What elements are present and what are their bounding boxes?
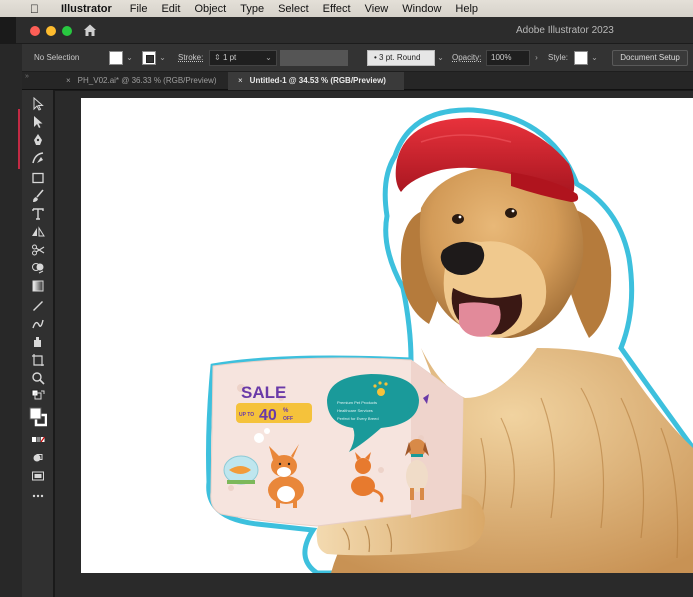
minimize-window-button[interactable] [46,26,56,36]
stroke-weight-value: 1 pt [222,53,237,62]
stroke-weight-dropdown-icon[interactable]: ⌄ [264,53,273,62]
menu-app[interactable]: Illustrator [54,3,119,15]
mac-menu-bar:  Illustrator File Edit Object Type Sele… [0,0,693,17]
box-off-text: OFF [283,416,293,422]
document-tab-bar: » × PH_V02.ai* @ 36.33 % (RGB/Preview) × U… [16,72,693,90]
stroke-label[interactable]: Stroke: [178,44,203,72]
artboard[interactable]: SALE UP TO 40 % OFF Premium Pet Products… [81,98,693,573]
bubble-2 [264,428,270,434]
box-sale-text: SALE [241,383,286,402]
blend-tool-icon[interactable] [29,316,47,332]
box-percent-text: 40 [259,407,277,424]
apple-icon[interactable]:  [30,2,44,16]
dog-eye-left [452,214,464,224]
tools-panel [22,90,54,597]
tab-label: Untitled-1 @ 34.53 % (RGB/Preview) [249,76,386,85]
symbol-sprayer-tool-icon[interactable] [29,334,47,350]
variable-width-profile[interactable] [280,50,348,66]
opacity-expand-icon[interactable]: › [532,53,541,62]
close-window-button[interactable] [30,26,40,36]
menu-effect[interactable]: Effect [316,3,358,15]
panel-collapse-icon[interactable]: » [25,73,29,80]
box-pctsign-text: % [283,408,289,414]
pen-tool-icon[interactable] [29,132,47,148]
shape-builder-tool-icon[interactable] [29,260,47,276]
menu-edit[interactable]: Edit [154,3,187,15]
bubble-1 [254,433,264,443]
eye-highlight-right [511,209,515,213]
brush-dot-icon: • [374,53,377,62]
color-mode-icon[interactable] [29,432,47,448]
menu-type[interactable]: Type [233,3,271,15]
type-tool-icon[interactable] [29,206,47,222]
brush-label: 3 pt. Round [379,53,421,62]
control-bar: No Selection ⌄ ⌄ Stroke: ⇕ 1 pt ⌄ • 3 pt… [16,44,693,72]
paintbrush-tool-icon[interactable] [29,188,47,204]
menu-file[interactable]: File [123,3,155,15]
opacity-label[interactable]: Opacity: [452,44,481,72]
opacity-field[interactable]: 100% [486,50,530,66]
window-title: Adobe Illustrator 2023 [516,25,614,36]
stroke-swatch[interactable] [142,51,156,65]
gradient-tool-icon[interactable] [29,278,47,294]
brush-dropdown-icon[interactable]: ⌄ [436,53,445,62]
style-label: Style: [548,53,569,62]
stroke-stepper-icon[interactable]: ⇕ [214,53,221,62]
scissors-tool-icon[interactable] [29,242,47,258]
menu-view[interactable]: View [358,3,396,15]
box-bullet-1: Premium Pet Products [337,400,377,405]
stroke-dropdown-icon[interactable]: ⌄ [158,53,167,62]
draw-mode-icon[interactable] [29,450,47,466]
menu-object[interactable]: Object [187,3,233,15]
direct-selection-tool-icon[interactable] [29,114,47,130]
menu-window[interactable]: Window [395,3,448,15]
zoom-tool-icon[interactable] [29,370,47,386]
tab-ph-v02[interactable]: × PH_V02.ai* @ 36.33 % (RGB/Preview) [56,72,228,90]
panel-accent [18,109,20,169]
box-bullet-2: Healthcare Services [337,408,373,413]
eye-highlight-left [458,215,462,219]
eyedropper-tool-icon[interactable] [29,298,47,314]
fill-stroke-swatch-icon[interactable] [29,406,47,428]
artwork-layer[interactable]: SALE UP TO 40 % OFF Premium Pet Products… [81,98,693,573]
edit-toolbar-icon[interactable] [29,488,47,504]
graphic-style-swatch[interactable] [574,51,588,65]
zoom-window-button[interactable] [62,26,72,36]
tab-close-icon[interactable]: × [66,76,71,85]
rectangle-tool-icon[interactable] [29,170,47,186]
box-upto-text: UP TO [239,412,254,418]
bowl-gravel [227,480,255,484]
window-title-bar: Adobe Illustrator 2023 [16,17,693,44]
tab-close-icon[interactable]: × [238,76,243,85]
screen-mode-icon[interactable] [29,468,47,484]
default-colors-icon[interactable] [29,388,47,404]
box-bullet-3: Perfect for Every Breed [337,416,379,421]
dog-eye-right [505,208,517,218]
menu-help[interactable]: Help [448,3,485,15]
brush-definition[interactable]: • 3 pt. Round [367,50,435,66]
document-setup-button[interactable]: Document Setup [612,50,688,66]
tab-label: PH_V02.ai* @ 36.33 % (RGB/Preview) [77,76,217,85]
fill-dropdown-icon[interactable]: ⌄ [125,53,134,62]
fill-swatch[interactable] [109,51,123,65]
curvature-tool-icon[interactable] [29,150,47,166]
product-box: SALE UP TO 40 % OFF Premium Pet Products… [210,357,464,527]
home-icon[interactable] [82,22,98,38]
artboard-tool-icon[interactable] [29,352,47,368]
left-panel-strip [0,44,22,597]
style-dropdown-icon[interactable]: ⌄ [590,53,599,62]
tab-untitled-1[interactable]: × Untitled-1 @ 34.53 % (RGB/Preview) [228,72,404,90]
menu-select[interactable]: Select [271,3,316,15]
selection-status: No Selection [34,53,80,62]
reflect-tool-icon[interactable] [29,224,47,240]
canvas-area[interactable]: SALE UP TO 40 % OFF Premium Pet Products… [55,91,693,597]
selection-tool-icon[interactable] [29,96,47,112]
